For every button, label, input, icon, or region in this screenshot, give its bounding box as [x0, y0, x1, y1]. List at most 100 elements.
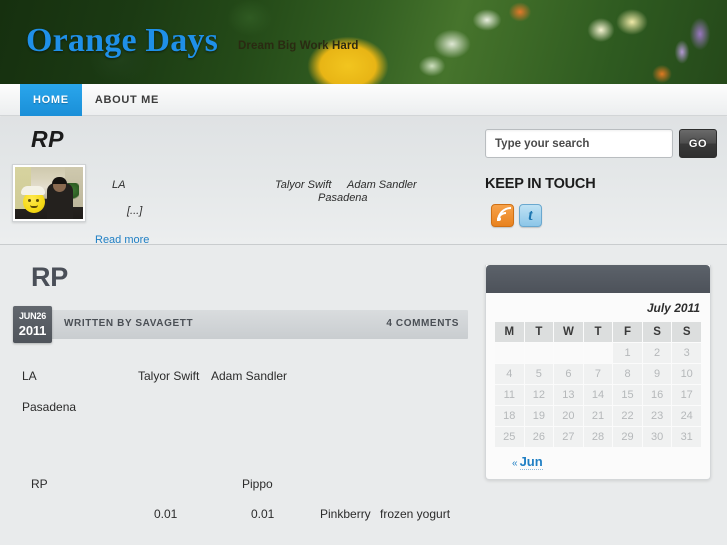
calendar-week-row: 4 5 6 7 8 9 10 [495, 364, 701, 384]
post-meta-bar: JUN26 2011 WRITTEN BY SAVAGETT 4 COMMENT… [13, 306, 468, 343]
post-text-number-one: 0.01 [154, 507, 178, 521]
post-text-number-two: 0.01 [251, 507, 275, 521]
calendar-day[interactable]: 5 [524, 364, 554, 384]
calendar-day[interactable]: 4 [495, 364, 524, 384]
calendar-day[interactable]: 25 [495, 427, 524, 447]
main-navigation-bar: HOME ABOUT ME [0, 84, 727, 116]
calendar-day[interactable]: 18 [495, 406, 524, 426]
calendar-day[interactable]: 30 [642, 427, 672, 447]
calendar-day[interactable]: 24 [672, 406, 701, 426]
read-more-link[interactable]: Read more [95, 234, 149, 246]
featured-text-ellipsis: [...] [127, 205, 143, 217]
site-header-banner: Orange Days Dream Big Work Hard [0, 0, 727, 84]
calendar-day[interactable]: 6 [554, 364, 583, 384]
nav-item-about-me[interactable]: ABOUT ME [82, 84, 172, 116]
calendar-weekday: T [524, 322, 554, 342]
featured-post-thumbnail[interactable] [12, 164, 86, 222]
calendar-day[interactable]: 13 [554, 385, 583, 405]
calendar-caption: July 2011 [646, 301, 700, 315]
search-form: GO [485, 129, 717, 158]
calendar-day[interactable]: 29 [613, 427, 642, 447]
calendar-day[interactable]: 7 [583, 364, 613, 384]
featured-text-la: LA [112, 179, 126, 191]
calendar-day[interactable]: 26 [524, 427, 554, 447]
featured-text-pasadena: Pasadena [318, 192, 368, 204]
calendar-day[interactable]: 21 [583, 406, 613, 426]
site-title: Orange Days [26, 22, 219, 59]
post-text-pippo: Pippo [242, 477, 273, 491]
search-input[interactable] [485, 129, 673, 158]
calendar-day[interactable]: 12 [524, 385, 554, 405]
calendar-week-row: 18 19 20 21 22 23 24 [495, 406, 701, 426]
calendar-weekday: W [554, 322, 583, 342]
calendar-day[interactable]: 15 [613, 385, 642, 405]
calendar-widget-header [486, 265, 710, 293]
calendar-day[interactable]: 3 [672, 343, 701, 363]
calendar-weekday-row: M T W T F S S [495, 322, 701, 342]
social-icon-list: t [491, 204, 542, 227]
post-text-talyor-swift: Talyor Swift [138, 369, 200, 383]
calendar-week-row: 25 26 27 28 29 30 31 [495, 427, 701, 447]
post-date-day: JUN26 [18, 311, 46, 321]
calendar-day[interactable]: 10 [672, 364, 701, 384]
thumb-smiley-eye-right [36, 199, 39, 202]
calendar-widget: July 2011 M T W T F S S 1 2 3 4 5 6 7 8 9 10 11 12 1… [485, 265, 711, 480]
chevron-left-icon: « [512, 458, 518, 469]
calendar-day[interactable]: 27 [554, 427, 583, 447]
post-text-rp: RP [31, 477, 48, 491]
calendar-weekday: S [642, 322, 672, 342]
calendar-day[interactable]: 2 [642, 343, 672, 363]
thumb-smiley-eye-left [28, 199, 31, 202]
calendar-nav: «Jun [494, 448, 702, 470]
post-text-adam-sandler: Adam Sandler [211, 369, 288, 383]
site-tagline: Dream Big Work Hard [238, 40, 359, 52]
calendar-body: July 2011 M T W T F S S 1 2 3 4 5 6 7 8 9 10 11 12 1… [486, 293, 710, 479]
post-date-badge: JUN26 2011 [13, 306, 52, 343]
thumbnail-image [15, 167, 83, 219]
calendar-prev-month-link[interactable]: Jun [519, 454, 543, 470]
post-title[interactable]: RP [31, 262, 68, 293]
calendar-week-row: 123 [495, 343, 701, 363]
calendar-day[interactable]: 9 [642, 364, 672, 384]
post-author: WRITTEN BY SAVAGETT [64, 318, 194, 329]
calendar-weekday: S [672, 322, 701, 342]
calendar-day[interactable]: 14 [583, 385, 613, 405]
calendar-rows: 1 2 3 4 5 6 7 8 9 10 11 12 13 14 15 16 17 18 19 20 21 22 23 24 2… [495, 343, 701, 447]
calendar-day-empty [495, 343, 524, 363]
search-go-button[interactable]: GO [679, 129, 717, 158]
calendar-week-row: 11 12 13 14 15 16 17 [495, 385, 701, 405]
calendar-day-empty [524, 343, 554, 363]
featured-post-title[interactable]: RP [31, 126, 64, 153]
calendar-day[interactable]: 16 [642, 385, 672, 405]
nav-list: HOME ABOUT ME [20, 84, 172, 116]
calendar-weekday: F [613, 322, 642, 342]
calendar-table: M T W T F S S 1 2 3 4 5 6 7 8 9 10 11 12 13 14 15 16 17 1… [494, 321, 702, 448]
calendar-day[interactable]: 31 [672, 427, 701, 447]
twitter-glyph: t [528, 206, 533, 224]
calendar-day[interactable]: 17 [672, 385, 701, 405]
post-text-pasadena: Pasadena [22, 400, 77, 414]
featured-text-adam-sandler: Adam Sandler [347, 179, 417, 191]
thumb-person-hair [52, 177, 67, 184]
rss-icon[interactable] [491, 204, 514, 227]
calendar-weekday: M [495, 322, 524, 342]
featured-text-talyor-swift: Talyor Swift [275, 179, 332, 191]
calendar-day[interactable]: 19 [524, 406, 554, 426]
calendar-day[interactable]: 8 [613, 364, 642, 384]
nav-item-home[interactable]: HOME [20, 84, 82, 116]
calendar-day[interactable]: 28 [583, 427, 613, 447]
keep-in-touch-title: KEEP IN TOUCH [485, 176, 596, 192]
calendar-day-empty [554, 343, 583, 363]
calendar-weekday: T [583, 322, 613, 342]
calendar-day[interactable]: 11 [495, 385, 524, 405]
post-text-pinkberry: Pinkberry [320, 507, 371, 521]
post-text-la: LA [22, 369, 37, 383]
calendar-day[interactable]: 1 [613, 343, 642, 363]
twitter-icon[interactable]: t [519, 204, 542, 227]
calendar-day[interactable]: 20 [554, 406, 583, 426]
calendar-day[interactable]: 22 [613, 406, 642, 426]
calendar-day[interactable]: 23 [642, 406, 672, 426]
calendar-day-empty [583, 343, 613, 363]
post-comments-link[interactable]: 4 COMMENTS [386, 318, 459, 329]
post-date-year: 2011 [18, 323, 47, 338]
